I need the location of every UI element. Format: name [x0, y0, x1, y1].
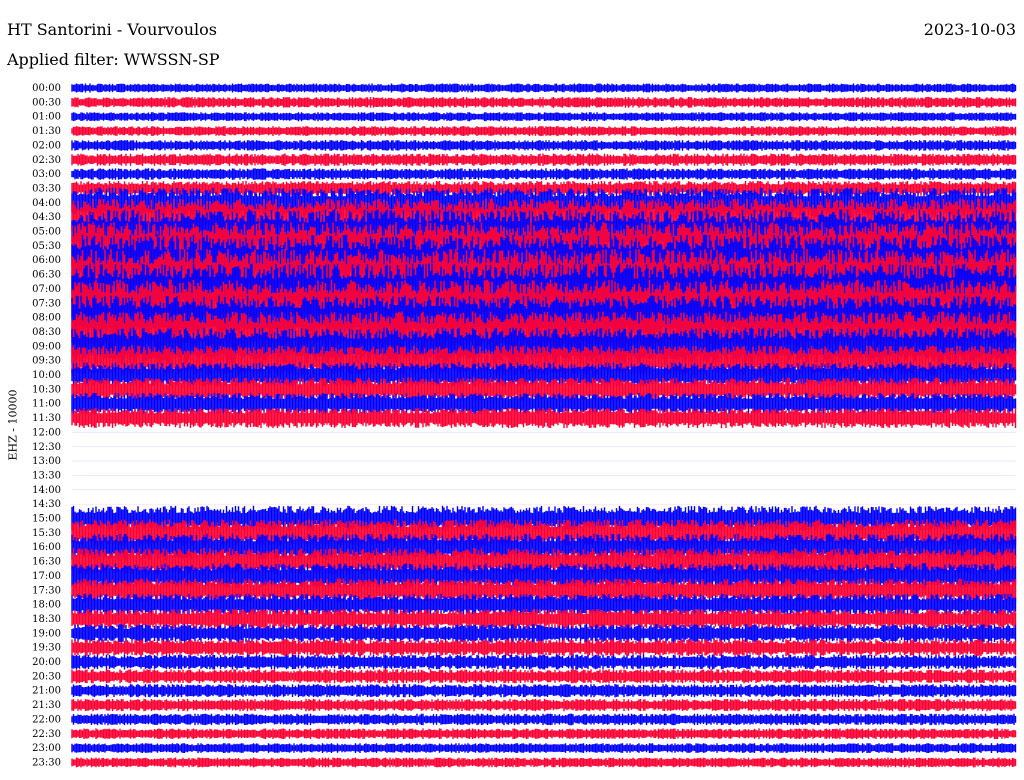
row-time-label: 23:30 — [32, 757, 61, 768]
row-time-label: 04:00 — [32, 198, 61, 209]
row-time-label: 16:00 — [32, 542, 61, 553]
row-time-label: 20:00 — [32, 657, 61, 668]
row-time-label: 00:30 — [32, 97, 61, 108]
trace-row — [71, 83, 1017, 93]
trace-row — [71, 728, 1017, 740]
row-time-label: 15:00 — [32, 514, 61, 525]
row-time-label: 07:00 — [32, 284, 61, 295]
row-time-label: 19:00 — [32, 628, 61, 639]
row-time-label: 22:30 — [32, 729, 61, 740]
trace-row — [71, 639, 1017, 656]
row-time-label: 07:30 — [32, 298, 61, 309]
row-time-label: 23:00 — [32, 743, 61, 754]
tick-label-group: 00:00 00:30 01:00 01:30 02:00 02:30 03:00 03:30… — [32, 83, 61, 768]
row-time-label: 01:00 — [32, 112, 61, 123]
row-time-label: 02:30 — [32, 155, 61, 166]
row-time-label: 03:30 — [32, 183, 61, 194]
row-time-label: 08:00 — [32, 313, 61, 324]
row-time-label: 02:00 — [32, 140, 61, 151]
row-time-label: 13:00 — [32, 456, 61, 467]
trace-group — [71, 83, 1017, 768]
row-time-label: 01:30 — [32, 126, 61, 137]
row-time-label: 00:00 — [32, 83, 61, 94]
helicorder-plot: 00:00 00:30 01:00 01:30 02:00 02:30 03:00 03:30… — [32, 83, 1017, 768]
trace-row — [71, 112, 1017, 122]
trace-row — [71, 698, 1017, 712]
trace-row — [71, 684, 1017, 698]
row-time-label: 09:30 — [32, 356, 61, 367]
trace-row — [71, 669, 1017, 684]
trace-row — [71, 624, 1017, 643]
row-time-label: 11:00 — [32, 399, 61, 410]
row-time-label: 06:30 — [32, 270, 61, 281]
row-time-label: 15:30 — [32, 528, 61, 539]
trace-row — [71, 153, 1017, 166]
row-time-label: 08:30 — [32, 327, 61, 338]
trace-row — [71, 654, 1017, 670]
row-time-label: 03:00 — [32, 169, 61, 180]
trace-row — [71, 743, 1017, 753]
row-time-label: 05:00 — [32, 227, 61, 238]
row-time-label: 17:00 — [32, 571, 61, 582]
row-time-label: 14:00 — [32, 485, 61, 496]
trace-row — [71, 126, 1017, 136]
trace-row — [71, 713, 1017, 726]
row-time-label: 16:30 — [32, 557, 61, 568]
row-time-label: 19:30 — [32, 643, 61, 654]
row-time-label: 12:30 — [32, 442, 61, 453]
trace-row — [71, 407, 1017, 429]
row-time-label: 05:30 — [32, 241, 61, 252]
trace-row — [71, 757, 1017, 768]
row-time-label: 13:30 — [32, 470, 61, 481]
row-time-label: 20:30 — [32, 671, 61, 682]
row-time-label: 10:00 — [32, 370, 61, 381]
row-time-label: 21:30 — [32, 700, 61, 711]
trace-row — [71, 140, 1017, 151]
row-time-label: 11:30 — [32, 413, 61, 424]
trace-row — [71, 608, 1017, 629]
row-time-label: 22:00 — [32, 714, 61, 725]
row-time-label: 09:00 — [32, 341, 61, 352]
row-time-label: 10:30 — [32, 384, 61, 395]
row-time-label: 14:30 — [32, 499, 61, 510]
row-time-label: 06:00 — [32, 255, 61, 266]
row-time-label: 17:30 — [32, 585, 61, 596]
trace-row — [71, 168, 1017, 180]
row-time-label: 18:00 — [32, 600, 61, 611]
row-time-label: 21:00 — [32, 686, 61, 697]
row-time-label: 12:00 — [32, 427, 61, 438]
row-time-label: 04:30 — [32, 212, 61, 223]
row-time-label: 18:30 — [32, 614, 61, 625]
trace-row — [71, 97, 1017, 108]
